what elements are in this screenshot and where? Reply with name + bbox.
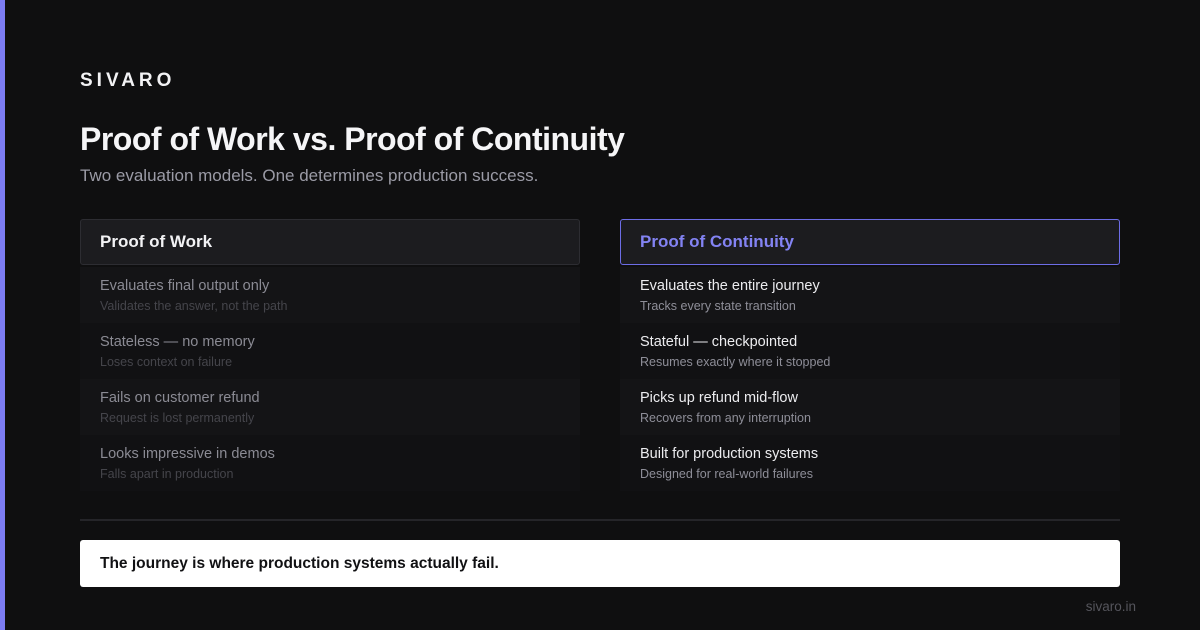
item-description: Loses context on failure	[100, 355, 233, 369]
column-heading: Proof of Continuity	[620, 219, 1120, 265]
list-item: Stateful — checkpointed Resumes exactly …	[620, 323, 1120, 379]
proof-of-continuity-column: Proof of Continuity Evaluates the entire…	[620, 219, 1120, 491]
brand-logo: SIVARO	[80, 70, 176, 91]
footer-url: sivaro.in	[1085, 599, 1136, 614]
accent-bar	[0, 0, 5, 630]
item-title: Built for production systems	[640, 446, 819, 462]
list-item: Fails on customer refund Request is lost…	[80, 379, 580, 435]
item-title: Stateful — checkpointed	[640, 334, 798, 350]
item-description: Resumes exactly where it stopped	[640, 355, 831, 369]
page-title: Proof of Work vs. Proof of Continuity	[80, 121, 625, 157]
divider	[80, 519, 1120, 521]
item-description: Recovers from any interruption	[640, 411, 811, 425]
comparison-list: Evaluates the entire journey Tracks ever…	[620, 267, 1120, 491]
proof-of-work-column: Proof of Work Evaluates final output onl…	[80, 219, 580, 491]
item-title: Fails on customer refund	[100, 390, 260, 406]
comparison-list: Evaluates final output only Validates th…	[80, 267, 580, 491]
list-item: Evaluates final output only Validates th…	[80, 267, 580, 323]
item-title: Evaluates the entire journey	[640, 278, 820, 294]
list-item: Looks impressive in demos Falls apart in…	[80, 435, 580, 491]
item-description: Falls apart in production	[100, 467, 234, 481]
list-item: Built for production systems Designed fo…	[620, 435, 1120, 491]
list-item: Evaluates the entire journey Tracks ever…	[620, 267, 1120, 323]
item-title: Evaluates final output only	[100, 278, 270, 294]
callout-banner: The journey is where production systems …	[80, 540, 1120, 587]
column-heading: Proof of Work	[80, 219, 580, 265]
item-description: Validates the answer, not the path	[100, 299, 288, 313]
item-title: Stateless — no memory	[100, 334, 255, 350]
list-item: Stateless — no memory Loses context on f…	[80, 323, 580, 379]
item-title: Looks impressive in demos	[100, 446, 275, 462]
item-title: Picks up refund mid-flow	[640, 390, 798, 406]
item-description: Designed for real-world failures	[640, 467, 813, 481]
page-subtitle: Two evaluation models. One determines pr…	[80, 166, 539, 185]
item-description: Request is lost permanently	[100, 411, 255, 425]
list-item: Picks up refund mid-flow Recovers from a…	[620, 379, 1120, 435]
item-description: Tracks every state transition	[640, 299, 796, 313]
